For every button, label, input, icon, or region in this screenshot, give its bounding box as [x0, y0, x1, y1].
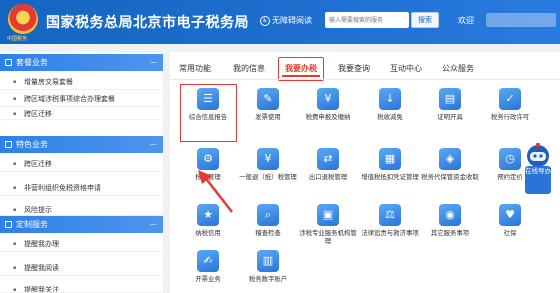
tab-interaction[interactable]: 互动中心: [384, 60, 428, 77]
highlight-box: [180, 84, 237, 142]
function-item[interactable]: ✎ 发票使用: [238, 88, 298, 132]
tax-emblem-icon: [8, 4, 38, 34]
search-button[interactable]: 搜索: [411, 12, 439, 28]
function-label: 社保: [503, 229, 517, 237]
tab-divider: [170, 79, 560, 80]
sidebar-group-title: 套餐业务: [16, 58, 48, 67]
sidebar-item[interactable]: 风险提示: [0, 204, 163, 216]
package-icon: [5, 59, 12, 66]
pricing-icon: ◷: [499, 148, 521, 170]
online-guide-label[interactable]: 在线导办: [525, 166, 551, 194]
collapse-icon: —: [150, 140, 157, 148]
function-item[interactable]: ▤ 证明开具: [420, 88, 480, 132]
person-gear-icon: ⚙: [197, 148, 219, 170]
function-item[interactable]: ⇄ 出口退税管理: [298, 148, 358, 192]
license-icon: ✓: [499, 88, 521, 110]
function-label: 纳税信用: [195, 229, 221, 237]
tab-my-info[interactable]: 我的信息: [226, 60, 272, 77]
function-label: 出口退税管理: [308, 173, 348, 181]
digital-account-icon: ▥: [257, 250, 279, 272]
agency-icon: ▣: [317, 204, 339, 226]
function-label: 增值税抵扣凭证管理: [361, 173, 419, 181]
other-services-icon: ◉: [439, 204, 461, 226]
function-item[interactable]: ◈ 税务代保管资金收取: [420, 148, 480, 192]
tax-refund-icon: ¥: [257, 148, 279, 170]
sidebar-group-package[interactable]: 套餐业务 —: [0, 54, 163, 71]
function-item[interactable]: ✍ 开票业务: [178, 250, 238, 293]
site-header: 中国税务 国家税务总局北京市电子税务局 ♿ 无障碍阅读 搜索 欢迎: [0, 0, 560, 44]
invoicing-icon: ✍: [197, 250, 219, 272]
collapse-icon: —: [150, 58, 157, 66]
sidebar-group-custom[interactable]: 定制服务 —: [0, 216, 163, 233]
sidebar-item[interactable]: 增量房交易套餐: [0, 74, 163, 90]
function-label: 税费申报及缴纳: [305, 113, 351, 121]
function-item[interactable]: ▣ 涉税专业服务机构管理: [298, 204, 358, 248]
function-label: 一般退（抵）税管理: [239, 173, 297, 181]
legal-icon: ⚖: [379, 204, 401, 226]
welcome-text: 欢迎: [458, 16, 474, 25]
tax-reduction-icon: ↓: [379, 88, 401, 110]
sidebar: 套餐业务 — 增量房交易套餐 跨区域涉税事项综合办理套餐 跨区迁移 特色业务 —…: [0, 52, 163, 293]
sidebar-group-special[interactable]: 特色业务 —: [0, 136, 163, 153]
accessibility-icon: ♿: [260, 15, 270, 26]
function-label: 税务代保管资金收取: [421, 173, 479, 181]
tab-common[interactable]: 常用功能: [172, 60, 218, 77]
function-label: 其它服务事项: [430, 229, 470, 237]
inspection-icon: ⌕: [257, 204, 279, 226]
custom-service-icon: [5, 221, 12, 228]
function-label: 稽查检查: [255, 229, 281, 237]
function-label: 涉税专业服务机构管理: [299, 229, 357, 245]
certificate-icon: ▤: [439, 88, 461, 110]
tab-public-service[interactable]: 公众服务: [436, 60, 480, 77]
function-item[interactable]: ◉ 其它服务事项: [420, 204, 480, 248]
tab-highlight-box: [278, 57, 324, 81]
social-security-icon: ♥: [499, 204, 521, 226]
function-item[interactable]: ▦ 增值税抵扣凭证管理: [360, 148, 420, 192]
function-item[interactable]: ¥ 税费申报及缴纳: [298, 88, 358, 132]
username-masked: [486, 13, 556, 27]
function-item[interactable]: ▥ 税务数字账户: [238, 250, 298, 293]
function-item[interactable]: ⌕ 稽查检查: [238, 204, 298, 248]
sidebar-item[interactable]: 跨区迁移: [0, 156, 163, 172]
export-refund-icon: ⇄: [317, 148, 339, 170]
sidebar-group-title: 特色业务: [16, 140, 48, 149]
accessible-reading-label: 无障碍阅读: [272, 16, 312, 25]
emblem-caption: 中国税务: [7, 36, 28, 42]
site-title: 国家税务总局北京市电子税务局: [46, 15, 249, 31]
function-item[interactable]: ¥ 一般退（抵）税管理: [238, 148, 298, 192]
function-label: 开票业务: [195, 275, 221, 283]
sidebar-item[interactable]: 提醒我关注: [0, 283, 163, 293]
sidebar-item[interactable]: 非营利组织免税资格申请: [0, 180, 163, 196]
sidebar-group-title: 定制服务: [16, 220, 48, 229]
sidebar-item[interactable]: 跨区域涉税事项综合办理套餐: [0, 91, 163, 107]
tab-query[interactable]: 我要查询: [334, 60, 374, 77]
sidebar-item[interactable]: 跨区迁移: [0, 108, 163, 120]
collapse-icon: —: [150, 220, 157, 228]
function-label: 发票使用: [255, 113, 281, 121]
invoice-icon: ✎: [257, 88, 279, 110]
sidebar-item[interactable]: 提醒我办理: [0, 236, 163, 252]
fund-custody-icon: ◈: [439, 148, 461, 170]
function-item[interactable]: ✓ 税务行政许可: [480, 88, 540, 132]
sidebar-item[interactable]: 提醒我阅读: [0, 260, 163, 276]
tax-payment-icon: ¥: [317, 88, 339, 110]
vat-voucher-icon: ▦: [379, 148, 401, 170]
function-label: 税务数字账户: [248, 275, 288, 283]
search-input[interactable]: [325, 12, 409, 28]
function-label: 税收减免: [377, 113, 403, 121]
function-label: 法律追责与救济事项: [361, 229, 419, 237]
pointer-arrow-icon: [198, 170, 233, 213]
function-item[interactable]: ⚖ 法律追责与救济事项: [360, 204, 420, 248]
function-item[interactable]: ♥ 社保: [480, 204, 540, 248]
function-label: 税务行政许可: [490, 113, 530, 121]
special-icon: [5, 141, 12, 148]
function-item[interactable]: ↓ 税收减免: [360, 88, 420, 132]
accessible-reading-link[interactable]: ♿ 无障碍阅读: [260, 15, 312, 26]
function-label: 证明开具: [437, 113, 463, 121]
